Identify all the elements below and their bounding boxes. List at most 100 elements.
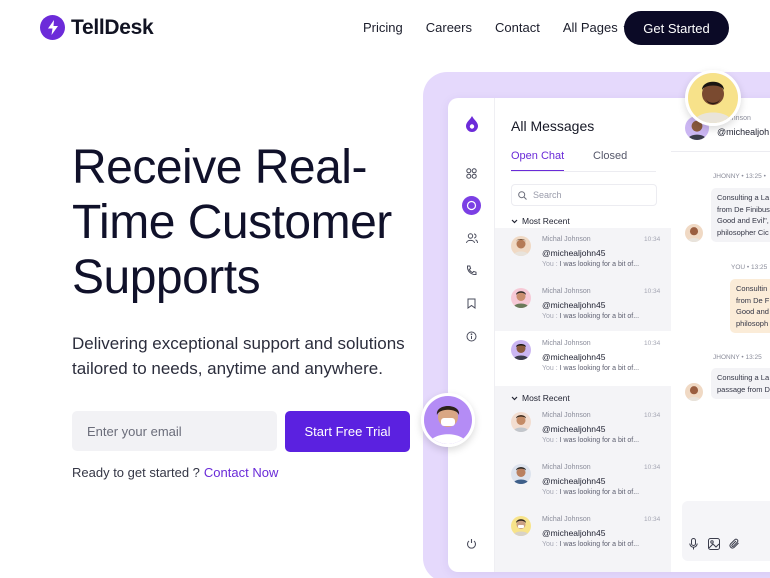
- hero-title-line-3: Supports: [72, 251, 261, 304]
- list-item[interactable]: Michal Johnson 10:34 @michealjohn45 You …: [511, 340, 661, 384]
- group-title: Most Recent: [522, 216, 570, 226]
- contact-handle: @michealjohn45: [542, 528, 606, 538]
- message-time: 10:34: [644, 464, 661, 471]
- message-meta: JHONNY • 13:25 •: [713, 173, 766, 180]
- message-line: Consulting a La: [717, 193, 770, 202]
- message-meta: YOU • 13:25: [731, 264, 768, 271]
- logo[interactable]: TellDesk: [40, 15, 154, 40]
- grid-icon[interactable]: [462, 164, 481, 183]
- message-time: 10:34: [644, 236, 661, 243]
- tab-divider: [511, 171, 656, 172]
- avatar: [511, 288, 531, 308]
- tab-closed[interactable]: Closed: [593, 150, 627, 162]
- message-time: 10:34: [644, 412, 661, 419]
- contact-handle: @michealjohn45: [542, 424, 606, 434]
- bookmark-icon[interactable]: [462, 294, 481, 313]
- get-started-button[interactable]: Get Started: [624, 11, 729, 45]
- message-line: philosoph: [736, 318, 769, 328]
- group-header[interactable]: Most Recent: [511, 393, 570, 403]
- email-input[interactable]: [72, 411, 277, 451]
- contact-now-link[interactable]: Contact Now: [204, 465, 278, 480]
- message-line: Consulting a La: [717, 373, 770, 382]
- search-placeholder: Search: [533, 190, 562, 200]
- info-icon[interactable]: [462, 327, 481, 346]
- floating-avatar: [421, 393, 475, 447]
- list-item[interactable]: Michal Johnson 10:34 @michealjohn45 You …: [511, 236, 661, 280]
- message-line: Consultin: [736, 284, 768, 293]
- preview-you-label: You :: [542, 261, 558, 268]
- ready-label: Ready to get started ?: [72, 465, 200, 480]
- top-nav: TellDesk Pricing Careers Contact All Pag…: [0, 0, 770, 56]
- contact-name: Michal Johnson: [542, 464, 591, 471]
- preview-you-label: You :: [542, 365, 558, 372]
- message-preview: You : I was looking for a bit of...: [542, 437, 639, 444]
- preview-you-label: You :: [542, 489, 558, 496]
- message-line: from De Finibus: [717, 204, 770, 214]
- preview-you-label: You :: [542, 541, 558, 548]
- list-item[interactable]: Michal Johnson 10:34 @michealjohn45 You …: [511, 412, 661, 456]
- message-bubble: Consultin from De F Good and philosoph: [730, 279, 770, 333]
- power-icon[interactable]: [462, 534, 481, 553]
- nav-contact[interactable]: Contact: [495, 20, 540, 35]
- contact-handle: @michealjohn45: [542, 476, 606, 486]
- search-input[interactable]: Search: [511, 184, 657, 206]
- brand-name: TellDesk: [71, 15, 154, 39]
- search-icon: [518, 190, 527, 200]
- start-free-trial-button[interactable]: Start Free Trial: [285, 411, 410, 452]
- avatar: [511, 412, 531, 432]
- list-item[interactable]: Michal Johnson 10:34 @michealjohn45 You …: [511, 516, 661, 560]
- avatar: [511, 516, 531, 536]
- ready-text: Ready to get started ? Contact Now: [72, 465, 278, 480]
- contact-handle: @michealjohn45: [542, 352, 606, 362]
- contact-name: Michal Johnson: [542, 412, 591, 419]
- group-title: Most Recent: [522, 393, 570, 403]
- icon-rail: [448, 98, 495, 572]
- message-preview: You : I was looking for a bit of...: [542, 365, 639, 372]
- message-preview: You : I was looking for a bit of...: [542, 261, 639, 268]
- preview-text: I was looking for a bit of...: [559, 489, 640, 496]
- image-icon[interactable]: [708, 538, 720, 550]
- tab-open-chat[interactable]: Open Chat: [511, 150, 565, 172]
- avatar: [511, 236, 531, 256]
- chat-panel: al Johnson @michealjoh JHONNY • 13:25 • …: [671, 98, 770, 572]
- list-item[interactable]: Michal Johnson 10:34 @michealjohn45 You …: [511, 288, 661, 332]
- message-composer[interactable]: [682, 501, 770, 561]
- avatar: [685, 224, 703, 242]
- nav-careers[interactable]: Careers: [426, 20, 472, 35]
- message-preview: You : I was looking for a bit of...: [542, 489, 639, 496]
- avatar: [685, 383, 703, 401]
- message-line: Good and Evil",: [717, 216, 769, 225]
- message-time: 10:34: [644, 288, 661, 295]
- nav-links: Pricing Careers Contact All Pages: [363, 20, 655, 35]
- phone-icon[interactable]: [462, 261, 481, 280]
- hero-title: Receive Real- Time Customer Supports: [72, 140, 422, 305]
- hero-title-line-1: Receive Real-: [72, 141, 367, 194]
- microphone-icon[interactable]: [689, 538, 698, 550]
- message-preview: You : I was looking for a bit of...: [542, 541, 639, 548]
- message-preview: You : I was looking for a bit of...: [542, 313, 639, 320]
- floating-avatar: [685, 70, 741, 126]
- preview-text: I was looking for a bit of...: [559, 541, 640, 548]
- contact-name: Michal Johnson: [542, 288, 591, 295]
- list-item[interactable]: Michal Johnson 10:34 @michealjohn45 You …: [511, 464, 661, 508]
- conversation-list: All Messages Open Chat Closed Search Mos…: [495, 98, 671, 572]
- contact-handle: @michealjohn45: [542, 300, 606, 310]
- message-line: Good and: [736, 307, 769, 316]
- message-bubble: Consulting a La from De Finibus Good and…: [711, 188, 770, 242]
- nav-all-pages[interactable]: All Pages: [563, 20, 632, 35]
- bolt-icon: [40, 15, 65, 40]
- group-header[interactable]: Most Recent: [511, 216, 570, 226]
- chat-contact-handle: @michealjoh: [717, 127, 770, 137]
- nav-pricing[interactable]: Pricing: [363, 20, 403, 35]
- message-line: philosopher Cic: [717, 227, 769, 237]
- message-line: passage from D: [717, 384, 770, 394]
- message-time: 10:34: [644, 340, 661, 347]
- chevron-down-icon: [511, 396, 518, 400]
- hero-subtitle: Delivering exceptional support and solut…: [72, 334, 405, 378]
- users-icon[interactable]: [462, 229, 481, 248]
- avatar: [511, 464, 531, 484]
- chat-icon[interactable]: [462, 196, 481, 215]
- chevron-down-icon: [511, 219, 518, 223]
- paperclip-icon[interactable]: [729, 538, 740, 550]
- avatar: [511, 340, 531, 360]
